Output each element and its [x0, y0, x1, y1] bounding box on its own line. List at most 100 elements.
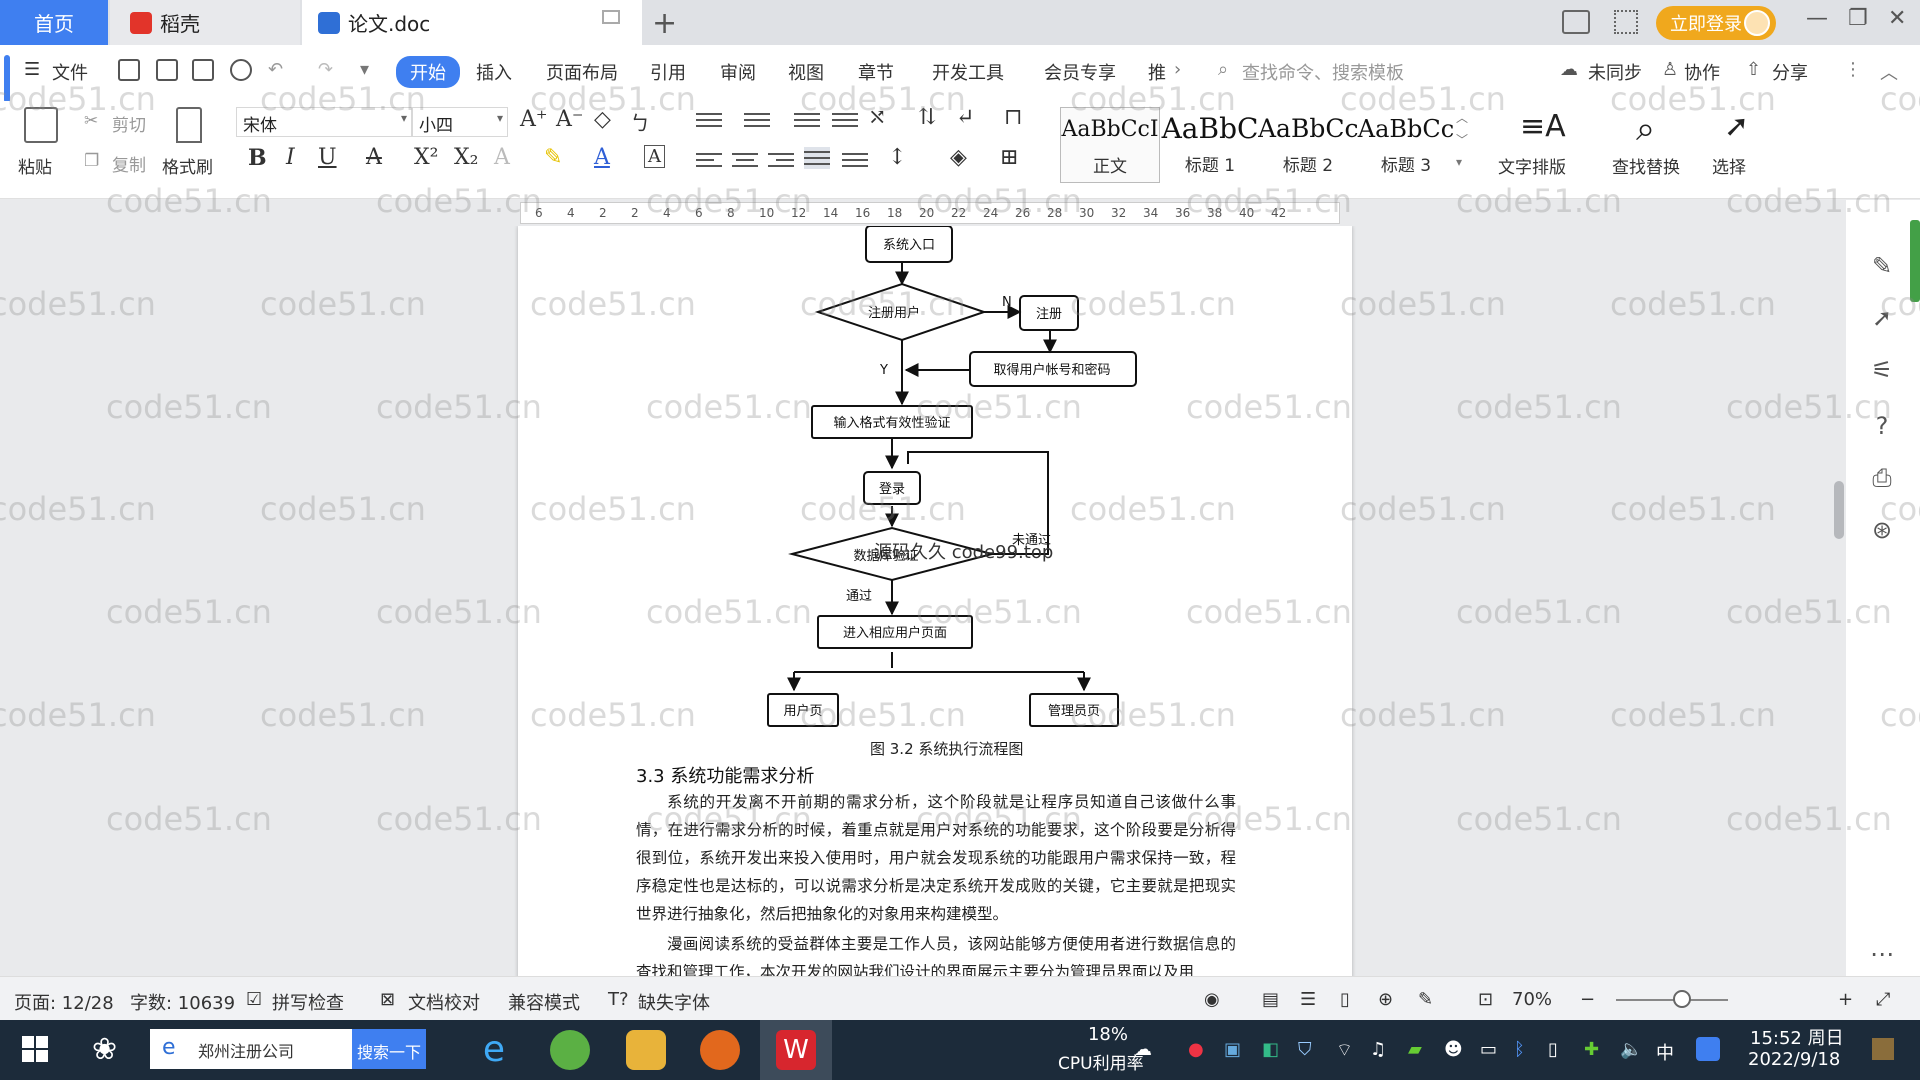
menu-view[interactable]: 视图 [788, 59, 824, 85]
weather-icon[interactable]: ☁ [1134, 1039, 1152, 1060]
italic-icon[interactable]: I [286, 145, 295, 170]
menu-developer[interactable]: 开发工具 [932, 59, 1004, 85]
zoom-in-icon[interactable]: + [1838, 989, 1853, 1010]
search-icon[interactable]: ⌕ [1218, 59, 1228, 80]
wifi-icon[interactable]: ⌔ [1336, 1039, 1353, 1062]
backup-icon[interactable]: ⎙ [1868, 464, 1896, 492]
hamburger-icon[interactable]: ☰ [24, 59, 40, 80]
menu-start[interactable]: 开始 [396, 56, 460, 88]
fit-page-icon[interactable]: ⊡ [1478, 989, 1493, 1010]
notification-bell-icon[interactable]: ♫ [1370, 1039, 1386, 1060]
scrollbar-thumb[interactable] [1834, 481, 1844, 539]
collapse-ribbon-icon[interactable]: ︿ [1880, 59, 1898, 85]
font-color-icon[interactable]: A [594, 145, 610, 170]
cut-button[interactable]: 剪切 [112, 111, 146, 136]
increase-indent-icon[interactable] [832, 109, 858, 131]
align-left-icon[interactable] [696, 149, 722, 171]
bluetooth-icon[interactable]: ᛒ [1514, 1039, 1525, 1060]
clock-date[interactable]: 2022/9/18 [1748, 1049, 1840, 1070]
tray-sync-icon[interactable]: ◧ [1262, 1039, 1279, 1060]
eye-protect-icon[interactable]: ◉ [1204, 989, 1220, 1010]
menu-reference[interactable]: 引用 [650, 59, 686, 85]
subscript-icon[interactable]: X₂ [454, 145, 478, 170]
find-replace-icon[interactable]: ⌕ [1636, 109, 1655, 149]
cursor-select-icon[interactable]: ➚ [1724, 109, 1749, 144]
text-layout-button[interactable]: 文字排版 [1498, 153, 1566, 178]
text-direction-icon[interactable]: ⤯ [868, 105, 886, 130]
web-view-icon[interactable]: ⊕ [1378, 989, 1393, 1010]
usb-icon[interactable]: ▭ [1480, 1039, 1497, 1060]
ruler-scale[interactable]: 6 4 2 2 4 6 8 10 12 14 16 18 20 22 24 26 28 30 32 34 36 38 40 4… [520, 202, 1340, 224]
highlight-icon[interactable]: ✎ [544, 145, 562, 170]
settings-sliders-icon[interactable]: ⚟ [1868, 356, 1896, 384]
text-layout-icon[interactable]: ≡A [1520, 109, 1566, 144]
share-button[interactable]: 分享 [1772, 59, 1808, 85]
menu-more-chevron-icon[interactable]: › [1174, 59, 1181, 80]
clear-format-icon[interactable]: ◇ [594, 107, 611, 132]
find-replace-button[interactable]: 查找替换 [1612, 153, 1680, 178]
copy-button[interactable]: 复制 [112, 151, 146, 176]
style-heading-3[interactable]: AaBbCc 标题 3 [1356, 107, 1456, 183]
format-painter-icon[interactable] [176, 107, 202, 143]
borders-icon[interactable]: ⊞ [1000, 145, 1018, 170]
decrease-indent-icon[interactable] [794, 109, 820, 131]
shading-icon[interactable]: ◈ [950, 145, 967, 170]
windows-start-icon[interactable] [22, 1036, 48, 1062]
grow-font-icon[interactable]: A⁺ [520, 107, 548, 132]
distributed-icon[interactable] [842, 149, 868, 171]
spell-check-button[interactable]: 拼写检查 [272, 989, 344, 1015]
media-player-icon[interactable] [700, 1030, 740, 1070]
collab-icon[interactable]: ♙ [1662, 59, 1678, 80]
show-desktop-icon[interactable] [1872, 1038, 1894, 1060]
command-search-input[interactable]: 查找命令、搜索模板 [1242, 59, 1404, 85]
tab-document[interactable]: 论文.doc [302, 0, 642, 45]
nvidia-icon[interactable]: ▰ [1408, 1039, 1422, 1060]
more-dots-icon[interactable]: ⋯ [1868, 940, 1896, 968]
new-tab-button[interactable]: + [652, 6, 677, 41]
collab-button[interactable]: 协作 [1684, 59, 1720, 85]
monitor-icon[interactable] [602, 10, 620, 24]
taskbar-search-button[interactable]: 搜索一下 [352, 1029, 426, 1069]
print-preview-icon[interactable] [230, 59, 252, 81]
more-vertical-icon[interactable]: ⋮ [1844, 59, 1862, 80]
tab-stop-icon[interactable]: ⊓ [1004, 105, 1022, 130]
sync-status[interactable]: 未同步 [1588, 59, 1642, 85]
ime-icon[interactable] [1696, 1037, 1720, 1061]
proofread-icon[interactable]: ⊠ [380, 989, 395, 1010]
bullet-list-icon[interactable] [696, 109, 722, 131]
font-name-select[interactable]: 宋体 ▾ [236, 107, 412, 137]
print-icon[interactable] [192, 59, 214, 81]
menu-member[interactable]: 会员专享 [1044, 59, 1116, 85]
taskbar-search-input[interactable]: e 郑州注册公司 [150, 1029, 352, 1069]
fullscreen-icon[interactable]: ⤢ [1876, 989, 1890, 1010]
customize-chevron-icon[interactable]: ▾ [360, 59, 369, 80]
outline-view-icon[interactable]: ☰ [1300, 989, 1316, 1010]
tray-app-icon[interactable]: ● [1188, 1039, 1204, 1060]
sort-icon[interactable]: ⇅ [918, 105, 936, 130]
paste-icon[interactable] [24, 107, 58, 143]
page-indicator[interactable]: 页面: 12/28 [14, 989, 114, 1015]
security-icon[interactable]: ⛉ [1298, 1039, 1312, 1060]
ie-icon[interactable]: e [474, 1030, 514, 1070]
numbered-list-icon[interactable] [744, 109, 770, 131]
zoom-out-icon[interactable]: − [1580, 989, 1595, 1010]
style-normal[interactable]: AaBbCcI 正文 [1060, 107, 1160, 183]
compass-icon[interactable]: ⊛ [1868, 516, 1896, 544]
copy-icon[interactable]: ❐ [84, 151, 99, 171]
apps-grid-icon[interactable] [1614, 10, 1638, 34]
login-button[interactable]: 立即登录 [1656, 6, 1776, 40]
word-count[interactable]: 字数: 10639 [130, 989, 235, 1015]
help-icon[interactable]: ? [1868, 412, 1896, 440]
layout-icon[interactable] [1562, 10, 1590, 34]
file-explorer-icon[interactable] [626, 1030, 666, 1070]
missing-font-button[interactable]: 缺失字体 [638, 989, 710, 1015]
menu-file[interactable]: 文件 [52, 59, 88, 85]
document-page[interactable]: 系统入口 注册用户 N 注册 取得用户帐号和密码 Y 输入格式有效性验证 登录 … [518, 226, 1352, 976]
cloud-sync-icon[interactable]: ☁ [1560, 59, 1578, 80]
qq-icon[interactable]: ☻ [1444, 1039, 1463, 1060]
browser-icon[interactable] [550, 1030, 590, 1070]
page-view-icon[interactable]: ▤ [1262, 989, 1279, 1010]
menu-review[interactable]: 审阅 [720, 59, 756, 85]
proofread-button[interactable]: 文档校对 [408, 989, 480, 1015]
format-painter-button[interactable]: 格式刷 [162, 153, 213, 178]
